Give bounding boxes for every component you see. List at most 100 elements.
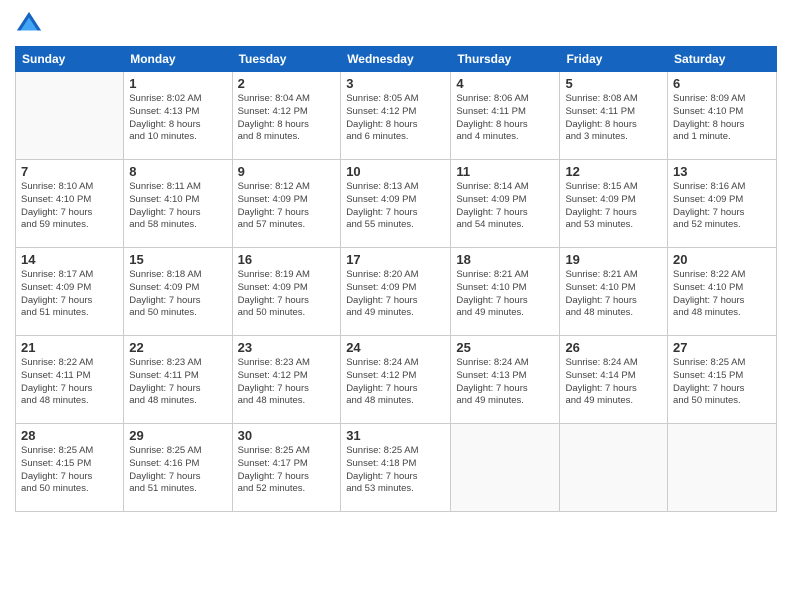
day-number: 4 [456, 76, 554, 91]
day-number: 18 [456, 252, 554, 267]
calendar-cell: 22 Sunrise: 8:23 AMSunset: 4:11 PMDayligh… [124, 336, 232, 424]
calendar-cell: 23 Sunrise: 8:23 AMSunset: 4:12 PMDayligh… [232, 336, 341, 424]
day-number: 22 [129, 340, 226, 355]
day-number: 3 [346, 76, 445, 91]
day-number: 11 [456, 164, 554, 179]
calendar-header-row: SundayMondayTuesdayWednesdayThursdayFrid… [16, 47, 777, 72]
day-info: Sunrise: 8:06 AMSunset: 4:11 PMDaylight:… [456, 93, 554, 144]
day-number: 28 [21, 428, 118, 443]
day-info: Sunrise: 8:02 AMSunset: 4:13 PMDaylight:… [129, 93, 226, 144]
calendar-cell: 18 Sunrise: 8:21 AMSunset: 4:10 PMDayligh… [451, 248, 560, 336]
day-number: 30 [238, 428, 336, 443]
column-header-friday: Friday [560, 47, 668, 72]
day-info: Sunrise: 8:21 AMSunset: 4:10 PMDaylight:… [456, 269, 554, 320]
day-info: Sunrise: 8:25 AMSunset: 4:15 PMDaylight:… [21, 445, 118, 496]
day-info: Sunrise: 8:21 AMSunset: 4:10 PMDaylight:… [565, 269, 662, 320]
calendar-week-4: 21Sunrise: 8:22 AMSunset: 4:11 PMDayligh… [16, 336, 777, 424]
day-number: 15 [129, 252, 226, 267]
day-info: Sunrise: 8:23 AMSunset: 4:11 PMDaylight:… [129, 357, 226, 408]
calendar-cell: 30 Sunrise: 8:25 AMSunset: 4:17 PMDayligh… [232, 424, 341, 512]
day-number: 8 [129, 164, 226, 179]
calendar-cell [668, 424, 777, 512]
calendar-cell: 12 Sunrise: 8:15 AMSunset: 4:09 PMDayligh… [560, 160, 668, 248]
day-info: Sunrise: 8:25 AMSunset: 4:15 PMDaylight:… [673, 357, 771, 408]
day-number: 21 [21, 340, 118, 355]
calendar-cell: 26 Sunrise: 8:24 AMSunset: 4:14 PMDayligh… [560, 336, 668, 424]
day-number: 13 [673, 164, 771, 179]
calendar-cell: 21Sunrise: 8:22 AMSunset: 4:11 PMDayligh… [16, 336, 124, 424]
day-info: Sunrise: 8:23 AMSunset: 4:12 PMDaylight:… [238, 357, 336, 408]
day-info: Sunrise: 8:24 AMSunset: 4:12 PMDaylight:… [346, 357, 445, 408]
calendar-cell: 28 Sunrise: 8:25 AMSunset: 4:15 PMDayligh… [16, 424, 124, 512]
calendar-cell: 13Sunrise: 8:16 AMSunset: 4:09 PMDayligh… [668, 160, 777, 248]
day-info: Sunrise: 8:25 AMSunset: 4:18 PMDaylight:… [346, 445, 445, 496]
column-header-monday: Monday [124, 47, 232, 72]
calendar-cell: 3 Sunrise: 8:05 AMSunset: 4:12 PMDaylight… [341, 72, 451, 160]
calendar-week-2: 7 Sunrise: 8:10 AMSunset: 4:10 PMDaylight… [16, 160, 777, 248]
calendar-cell: 17 Sunrise: 8:20 AMSunset: 4:09 PMDayligh… [341, 248, 451, 336]
calendar-cell: 24 Sunrise: 8:24 AMSunset: 4:12 PMDayligh… [341, 336, 451, 424]
day-info: Sunrise: 8:19 AMSunset: 4:09 PMDaylight:… [238, 269, 336, 320]
calendar-cell: 15 Sunrise: 8:18 AMSunset: 4:09 PMDayligh… [124, 248, 232, 336]
column-header-tuesday: Tuesday [232, 47, 341, 72]
day-number: 12 [565, 164, 662, 179]
calendar-cell [451, 424, 560, 512]
day-info: Sunrise: 8:11 AMSunset: 4:10 PMDaylight:… [129, 181, 226, 232]
day-number: 26 [565, 340, 662, 355]
day-number: 19 [565, 252, 662, 267]
day-info: Sunrise: 8:18 AMSunset: 4:09 PMDaylight:… [129, 269, 226, 320]
logo [15, 10, 47, 38]
column-header-wednesday: Wednesday [341, 47, 451, 72]
day-info: Sunrise: 8:15 AMSunset: 4:09 PMDaylight:… [565, 181, 662, 232]
calendar-cell: 29 Sunrise: 8:25 AMSunset: 4:16 PMDayligh… [124, 424, 232, 512]
calendar-cell: 9 Sunrise: 8:12 AMSunset: 4:09 PMDaylight… [232, 160, 341, 248]
column-header-saturday: Saturday [668, 47, 777, 72]
day-number: 16 [238, 252, 336, 267]
day-info: Sunrise: 8:10 AMSunset: 4:10 PMDaylight:… [21, 181, 118, 232]
day-number: 27 [673, 340, 771, 355]
calendar-cell: 4 Sunrise: 8:06 AMSunset: 4:11 PMDaylight… [451, 72, 560, 160]
day-number: 9 [238, 164, 336, 179]
calendar-cell: 19 Sunrise: 8:21 AMSunset: 4:10 PMDayligh… [560, 248, 668, 336]
day-info: Sunrise: 8:08 AMSunset: 4:11 PMDaylight:… [565, 93, 662, 144]
day-info: Sunrise: 8:20 AMSunset: 4:09 PMDaylight:… [346, 269, 445, 320]
calendar-cell: 2Sunrise: 8:04 AMSunset: 4:12 PMDaylight… [232, 72, 341, 160]
calendar-cell: 25Sunrise: 8:24 AMSunset: 4:13 PMDayligh… [451, 336, 560, 424]
day-info: Sunrise: 8:24 AMSunset: 4:14 PMDaylight:… [565, 357, 662, 408]
calendar-cell: 8 Sunrise: 8:11 AMSunset: 4:10 PMDaylight… [124, 160, 232, 248]
day-info: Sunrise: 8:25 AMSunset: 4:16 PMDaylight:… [129, 445, 226, 496]
calendar-week-5: 28 Sunrise: 8:25 AMSunset: 4:15 PMDayligh… [16, 424, 777, 512]
day-info: Sunrise: 8:09 AMSunset: 4:10 PMDaylight:… [673, 93, 771, 144]
day-number: 23 [238, 340, 336, 355]
day-info: Sunrise: 8:17 AMSunset: 4:09 PMDaylight:… [21, 269, 118, 320]
logo-icon [15, 10, 43, 38]
calendar-cell: 16 Sunrise: 8:19 AMSunset: 4:09 PMDayligh… [232, 248, 341, 336]
calendar-week-1: 1Sunrise: 8:02 AMSunset: 4:13 PMDaylight… [16, 72, 777, 160]
day-info: Sunrise: 8:05 AMSunset: 4:12 PMDaylight:… [346, 93, 445, 144]
day-number: 7 [21, 164, 118, 179]
calendar-cell: 11 Sunrise: 8:14 AMSunset: 4:09 PMDayligh… [451, 160, 560, 248]
column-header-thursday: Thursday [451, 47, 560, 72]
day-number: 6 [673, 76, 771, 91]
calendar-cell: 27 Sunrise: 8:25 AMSunset: 4:15 PMDayligh… [668, 336, 777, 424]
day-info: Sunrise: 8:22 AMSunset: 4:10 PMDaylight:… [673, 269, 771, 320]
calendar-cell: 10Sunrise: 8:13 AMSunset: 4:09 PMDayligh… [341, 160, 451, 248]
calendar-table: SundayMondayTuesdayWednesdayThursdayFrid… [15, 46, 777, 512]
day-number: 10 [346, 164, 445, 179]
calendar-cell: 1Sunrise: 8:02 AMSunset: 4:13 PMDaylight… [124, 72, 232, 160]
day-number: 20 [673, 252, 771, 267]
day-info: Sunrise: 8:25 AMSunset: 4:17 PMDaylight:… [238, 445, 336, 496]
calendar-cell [16, 72, 124, 160]
day-number: 24 [346, 340, 445, 355]
day-number: 17 [346, 252, 445, 267]
day-info: Sunrise: 8:12 AMSunset: 4:09 PMDaylight:… [238, 181, 336, 232]
header [15, 10, 777, 38]
calendar-cell [560, 424, 668, 512]
calendar-week-3: 14Sunrise: 8:17 AMSunset: 4:09 PMDayligh… [16, 248, 777, 336]
day-info: Sunrise: 8:14 AMSunset: 4:09 PMDaylight:… [456, 181, 554, 232]
day-number: 29 [129, 428, 226, 443]
day-number: 5 [565, 76, 662, 91]
day-number: 2 [238, 76, 336, 91]
calendar-cell: 6 Sunrise: 8:09 AMSunset: 4:10 PMDaylight… [668, 72, 777, 160]
calendar-cell: 14Sunrise: 8:17 AMSunset: 4:09 PMDayligh… [16, 248, 124, 336]
